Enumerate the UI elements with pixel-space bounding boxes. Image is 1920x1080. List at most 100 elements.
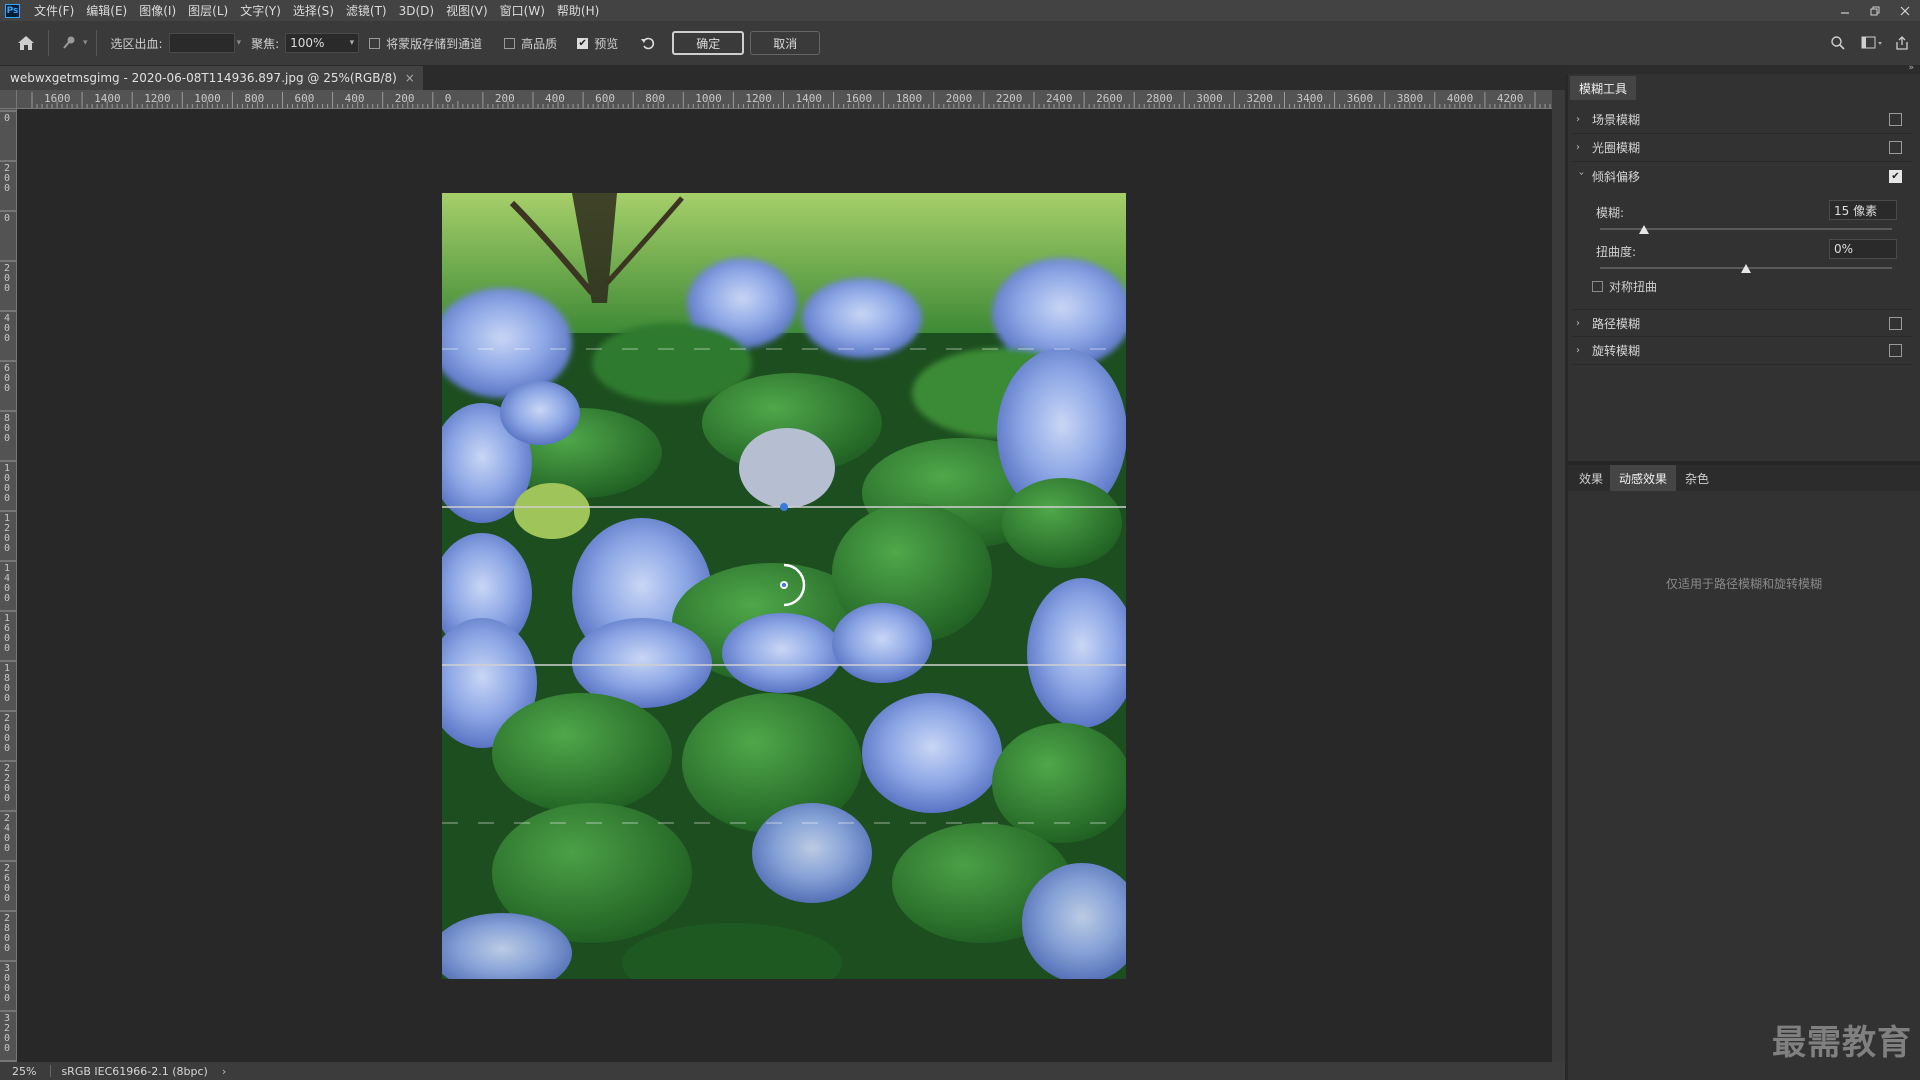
chevron-right-icon: ›	[1576, 142, 1580, 153]
effects-message: 仅适用于路径模糊和旋转模糊	[1665, 577, 1822, 591]
menu-help[interactable]: 帮助(H)	[551, 2, 605, 19]
checkmark-icon[interactable]: ✔	[1889, 169, 1902, 183]
close-icon[interactable]	[1890, 0, 1920, 21]
status-menu-arrow-icon[interactable]: ›	[222, 1065, 226, 1078]
ruler-label: 4000	[1447, 92, 1474, 105]
ruler-label: 800	[244, 92, 264, 105]
share-icon[interactable]	[1890, 31, 1914, 55]
menu-select[interactable]: 选择(S)	[287, 2, 340, 19]
ruler-label: 0	[4, 843, 10, 854]
blur-item-spin[interactable]: › 旋转模糊	[1572, 337, 1912, 365]
close-tab-icon[interactable]: ×	[405, 71, 415, 85]
menu-image[interactable]: 图像(I)	[133, 2, 182, 19]
preview-label: 预览	[594, 36, 619, 51]
ruler-label: 0	[4, 183, 10, 194]
blur-item-label: 光圈模糊	[1592, 141, 1641, 155]
high-quality-checkbox[interactable]: 高品质	[504, 35, 557, 52]
menu-edit[interactable]: 编辑(E)	[80, 2, 133, 19]
menu-window[interactable]: 窗口(W)	[494, 2, 551, 19]
distortion-field[interactable]: 0%	[1829, 239, 1897, 259]
blur-amount-field[interactable]: 15 像素	[1829, 200, 1897, 220]
vertical-scrollbar[interactable]	[1552, 90, 1565, 1062]
cancel-button[interactable]: 取消	[750, 31, 821, 55]
blur-slider-thumb[interactable]	[1638, 225, 1649, 234]
tab-blur-tools[interactable]: 模糊工具	[1570, 76, 1637, 100]
restore-icon[interactable]	[1860, 0, 1890, 21]
home-icon[interactable]	[14, 31, 38, 55]
distortion-label: 扭曲度:	[1596, 245, 1637, 259]
reset-icon[interactable]	[636, 31, 660, 55]
save-mask-checkbox[interactable]: 将蒙版存储到通道	[369, 35, 482, 52]
color-profile: sRGB IEC61966-2.1 (8bpc)	[61, 1064, 208, 1078]
blur-item-label: 旋转模糊	[1592, 344, 1641, 358]
checkbox-icon[interactable]	[1889, 344, 1902, 357]
ruler-label: 0	[4, 1043, 10, 1054]
ruler-label: 0	[4, 333, 10, 344]
menu-type[interactable]: 文字(Y)	[234, 2, 287, 19]
pin-tool-icon[interactable]	[57, 31, 81, 55]
blur-item-iris[interactable]: › 光圈模糊	[1572, 134, 1912, 162]
ruler-label: 1000	[194, 92, 221, 105]
symmetric-distortion-checkbox[interactable]: 对称扭曲	[1592, 278, 1657, 295]
ruler-label: 1200	[144, 92, 171, 105]
panel-dock-header: »	[1565, 63, 1920, 74]
checkbox-icon[interactable]	[1889, 141, 1902, 154]
zoom-level[interactable]: 25%	[12, 1065, 36, 1078]
ruler-label: 200	[395, 92, 415, 105]
ok-button[interactable]: 确定	[672, 31, 745, 55]
tab-effects[interactable]: 效果	[1570, 465, 1612, 491]
checkmark-icon: ✔	[577, 37, 589, 49]
collapse-panels-icon[interactable]: »	[1908, 63, 1914, 73]
menu-bar: Ps 文件(F) 编辑(E) 图像(I) 图层(L) 文字(Y) 选择(S) 滤…	[0, 0, 1920, 21]
ruler-label: 0	[4, 743, 10, 754]
ruler-label: 0	[4, 893, 10, 904]
search-icon[interactable]	[1826, 31, 1850, 55]
chevron-down-icon: ›	[1575, 171, 1587, 175]
menu-layer[interactable]: 图层(L)	[182, 2, 234, 19]
blur-item-path[interactable]: › 路径模糊	[1572, 309, 1912, 337]
status-bar: 25% sRGB IEC61966-2.1 (8bpc) ›	[0, 1062, 1565, 1080]
vertical-ruler: 0200020040060080010001200140016001800200…	[0, 109, 17, 1062]
focus-label: 聚焦:	[251, 36, 280, 51]
ruler-label: 2400	[1046, 92, 1073, 105]
menu-filter[interactable]: 滤镜(T)	[340, 2, 393, 19]
ruler-label: 0	[4, 793, 10, 804]
menu-3d[interactable]: 3D(D)	[393, 4, 440, 18]
ruler-label: 0	[4, 213, 10, 224]
ruler-label: 2600	[1096, 92, 1123, 105]
document-image[interactable]	[442, 193, 1126, 979]
distortion-slider-thumb[interactable]	[1741, 264, 1751, 273]
focus-field[interactable]: 100% ▾	[285, 33, 360, 53]
checkbox-icon[interactable]	[1889, 316, 1902, 330]
ruler-label: 3400	[1297, 92, 1324, 105]
ruler-label: 0	[4, 643, 10, 654]
options-bar: ▾ 选区出血: ▾ 聚焦: 100% ▾ 将蒙版存储到通道 高品质 ✔ 预览 确…	[0, 21, 1920, 66]
blur-item-field[interactable]: › 场景模糊	[1572, 106, 1912, 134]
tool-preset-arrow-icon[interactable]: ▾	[83, 38, 88, 48]
workspace-icon[interactable]	[1860, 31, 1884, 55]
minimize-icon[interactable]	[1830, 0, 1860, 21]
tab-motion-effects[interactable]: 动感效果	[1610, 465, 1677, 491]
menu-file[interactable]: 文件(F)	[28, 2, 80, 19]
chevron-down-icon[interactable]: ▾	[237, 38, 242, 48]
preview-checkbox[interactable]: ✔ 预览	[577, 35, 618, 52]
selection-output-field[interactable]	[168, 33, 235, 53]
document-tab[interactable]: webwxgetmsgimg - 2020-06-08T114936.897.j…	[0, 66, 423, 90]
ruler-label: 0	[4, 493, 10, 504]
ruler-label: 0	[4, 113, 10, 124]
menu-view[interactable]: 视图(V)	[440, 2, 494, 19]
checkbox-icon	[1592, 281, 1603, 292]
ruler-label: 200	[495, 92, 515, 105]
ruler-label: 3200	[1246, 92, 1273, 105]
ruler-label: 0	[4, 993, 10, 1004]
ruler-label: 0	[4, 943, 10, 954]
photoshop-logo-icon: Ps	[5, 3, 20, 18]
checkbox-icon	[369, 37, 381, 49]
blur-item-tilt-shift[interactable]: › 倾斜偏移 ✔	[1572, 162, 1912, 190]
ruler-origin[interactable]	[0, 90, 17, 109]
ruler-label: 1600	[44, 92, 71, 105]
ruler-label: 1000	[695, 92, 722, 105]
checkbox-icon[interactable]	[1889, 113, 1902, 126]
ruler-label: 600	[295, 92, 315, 105]
tab-noise[interactable]: 杂色	[1676, 465, 1718, 491]
